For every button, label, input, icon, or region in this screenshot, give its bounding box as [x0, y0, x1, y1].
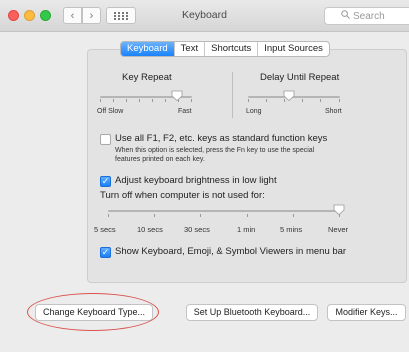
key-repeat-max-label: Fast — [178, 108, 192, 115]
tab-text[interactable]: Text — [173, 42, 204, 56]
delay-max-label: Short — [325, 108, 342, 115]
turn-off-tick-label: 5 mins — [280, 225, 303, 234]
brightness-label: Adjust keyboard brightness in low light — [115, 175, 277, 186]
checkmark-icon: ✓ — [101, 247, 110, 257]
set-up-bluetooth-keyboard-button[interactable]: Set Up Bluetooth Keyboard... — [186, 304, 318, 321]
turn-off-slider-track[interactable] — [108, 210, 340, 212]
annotation-ellipse — [27, 293, 159, 331]
key-repeat-min-label: Off Slow — [97, 108, 124, 115]
turn-off-tick-label: Never — [328, 225, 349, 234]
show-viewers-checkbox[interactable]: ✓ — [100, 247, 111, 258]
modifier-keys-button[interactable]: Modifier Keys... — [327, 304, 406, 321]
turn-off-tick-label: 1 min — [237, 225, 256, 234]
tab-keyboard[interactable]: Keyboard — [121, 42, 174, 56]
show-viewers-label: Show Keyboard, Emoji, & Symbol Viewers i… — [115, 246, 347, 257]
key-repeat-slider-knob[interactable] — [171, 90, 183, 101]
delay-slider-knob[interactable] — [283, 90, 295, 101]
brightness-checkbox[interactable]: ✓ — [100, 176, 111, 187]
turn-off-tick-label: 30 secs — [184, 225, 210, 234]
search-icon — [341, 10, 350, 22]
tab-bar: Keyboard Text Shortcuts Input Sources — [120, 41, 330, 57]
fn-keys-checkbox[interactable] — [100, 134, 111, 145]
turn-off-tick-label: 10 secs — [137, 225, 163, 234]
fn-keys-description-line1: When this option is selected, press the … — [115, 147, 315, 154]
turn-off-label: Turn off when computer is not used for: — [100, 190, 265, 201]
fn-keys-description-line2: features printed on each key. — [115, 156, 205, 163]
delay-min-label: Long — [246, 108, 262, 115]
key-repeat-title: Key Repeat — [122, 72, 172, 83]
title-bar: ‹ › Keyboard Search — [0, 0, 409, 32]
search-field[interactable]: Search — [324, 7, 409, 25]
search-placeholder: Search — [353, 10, 385, 22]
tab-input-sources[interactable]: Input Sources — [257, 42, 329, 56]
turn-off-tick-label: 5 secs — [94, 225, 116, 234]
section-divider — [232, 72, 233, 118]
tab-shortcuts[interactable]: Shortcuts — [204, 42, 257, 56]
checkmark-icon: ✓ — [101, 176, 110, 186]
turn-off-slider-knob[interactable] — [333, 204, 345, 215]
fn-keys-label: Use all F1, F2, etc. keys as standard fu… — [115, 133, 328, 144]
delay-until-repeat-title: Delay Until Repeat — [260, 72, 340, 83]
keyboard-preferences-window: ‹ › Keyboard Search Keyboard Text Shortc… — [0, 0, 409, 352]
